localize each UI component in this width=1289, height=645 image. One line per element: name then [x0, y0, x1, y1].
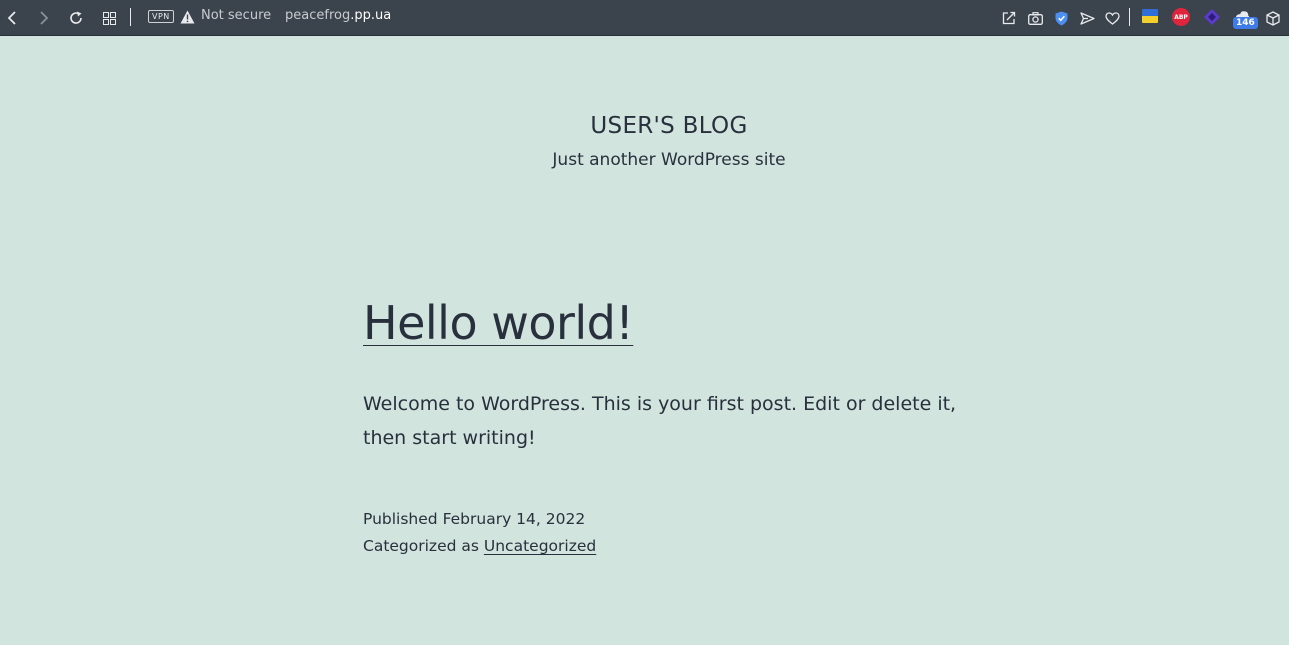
published-line: Published February 14, 2022: [363, 506, 596, 533]
reload-icon[interactable]: [67, 0, 85, 36]
category-link[interactable]: Uncategorized: [484, 537, 596, 555]
adblock-label: ABP: [1174, 13, 1188, 21]
category-line: Categorized as Uncategorized: [363, 533, 596, 560]
diamond-extension-icon[interactable]: [1203, 8, 1221, 26]
flag-yellow-stripe: [1142, 16, 1158, 23]
cube-icon[interactable]: [1264, 0, 1282, 36]
url-domain: peacefrog: [285, 8, 351, 23]
published-label: Published: [363, 510, 438, 528]
security-status[interactable]: Not secure: [201, 8, 271, 23]
extension-divider: [1129, 8, 1130, 26]
post-content: Welcome to WordPress. This is your first…: [363, 393, 957, 449]
flag-blue-stripe: [1142, 9, 1158, 16]
address-bar[interactable]: peacefrog.pp.ua: [285, 8, 391, 23]
warning-icon[interactable]: [180, 9, 195, 28]
adblock-icon[interactable]: ABP: [1172, 8, 1190, 26]
extension-badge-count: 146: [1233, 17, 1258, 29]
browser-toolbar: VPN Not secure peacefrog.pp.ua ABP 146: [0, 0, 1289, 36]
site-description: Just another WordPress site: [552, 150, 786, 170]
category-label: Categorized as: [363, 537, 479, 555]
send-icon[interactable]: [1078, 0, 1096, 36]
forward-icon[interactable]: [35, 0, 53, 36]
heart-icon[interactable]: [1103, 0, 1121, 36]
share-icon[interactable]: [1000, 0, 1018, 36]
post-meta: Published February 14, 2022 Categorized …: [363, 506, 596, 560]
back-icon[interactable]: [3, 0, 21, 36]
camera-icon[interactable]: [1026, 0, 1044, 36]
url-tld: .pp.ua: [350, 8, 392, 23]
ukraine-flag-icon[interactable]: [1142, 9, 1158, 23]
tab-grid-icon[interactable]: [100, 0, 118, 36]
shield-icon[interactable]: [1052, 0, 1070, 36]
vpn-button[interactable]: VPN: [148, 10, 174, 23]
site-title[interactable]: USER'S BLOG: [0, 113, 1289, 139]
toolbar-divider: [130, 8, 131, 26]
post-title-link[interactable]: Hello world!: [363, 296, 634, 350]
published-date: February 14, 2022: [442, 510, 586, 528]
